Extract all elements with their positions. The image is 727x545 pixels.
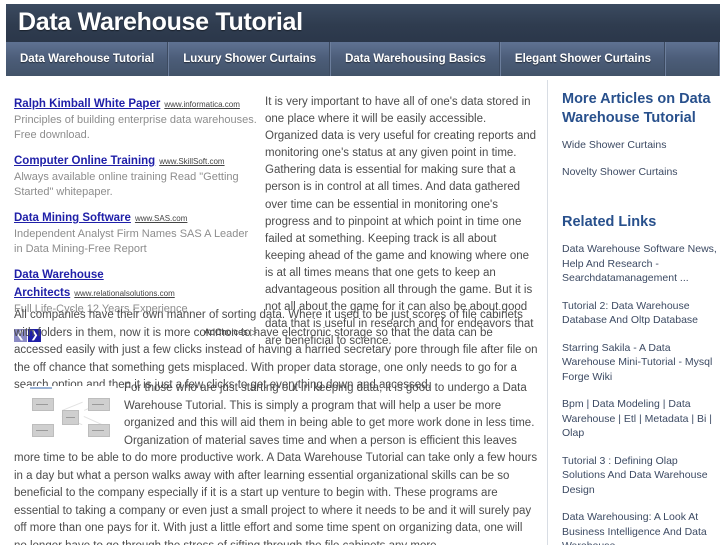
related-link-4[interactable]: Tutorial 3 : Defining Olap Solutions And… bbox=[562, 454, 721, 498]
related-link-3[interactable]: Bpm | Data Modeling | Data Warehouse | E… bbox=[562, 397, 721, 441]
sidebar-link-wide-shower-curtains[interactable]: Wide Shower Curtains bbox=[562, 138, 721, 153]
nav-item-0[interactable]: Data Warehouse Tutorial bbox=[6, 42, 170, 76]
ad-unit-2[interactable]: Data Mining Software www.SAS.com Independ… bbox=[14, 208, 257, 256]
nav-item-3[interactable]: Elegant Shower Curtains bbox=[501, 42, 667, 76]
ad-url-2[interactable]: www.SAS.com bbox=[135, 214, 187, 223]
ad-url-3[interactable]: www.relationalsolutions.com bbox=[74, 289, 175, 298]
ad-url-0[interactable]: www.informatica.com bbox=[164, 100, 240, 109]
ad-description-1: Always available online training Read "G… bbox=[14, 171, 239, 198]
diagram-node-source-2 bbox=[32, 424, 54, 437]
content-area: Ralph Kimball White Paper www.informatica… bbox=[0, 80, 727, 545]
page-root: Data Warehouse Tutorial Data Warehouse T… bbox=[0, 0, 727, 545]
diagram-node-target-1 bbox=[88, 398, 110, 411]
ad-description-0: Principles of building enterprise data w… bbox=[14, 114, 257, 141]
ad-title-0[interactable]: Ralph Kimball White Paper bbox=[14, 98, 160, 110]
ad-title-1[interactable]: Computer Online Training bbox=[14, 155, 155, 167]
ad-unit-1[interactable]: Computer Online Training www.SkillSoft.co… bbox=[14, 151, 257, 199]
related-links-heading: Related Links bbox=[562, 214, 657, 230]
more-articles-heading: More Articles on Data Warehouse Tutorial bbox=[562, 91, 711, 126]
related-link-1[interactable]: Tutorial 2: Data Warehouse Database And … bbox=[562, 299, 721, 328]
primary-navigation: Data Warehouse Tutorial Luxury Shower Cu… bbox=[6, 42, 720, 76]
site-header: Data Warehouse Tutorial bbox=[6, 4, 720, 42]
nav-item-2[interactable]: Data Warehousing Basics bbox=[331, 42, 501, 76]
diagram-caption-bar bbox=[30, 387, 52, 389]
right-sidebar: More Articles on Data Warehouse Tutorial… bbox=[549, 80, 727, 545]
sidebar-link-novelty-shower-curtains[interactable]: Novelty Shower Curtains bbox=[562, 165, 721, 180]
data-warehouse-diagram-image bbox=[24, 386, 116, 450]
diagram-node-warehouse bbox=[62, 410, 79, 425]
page-title: Data Warehouse Tutorial bbox=[18, 8, 303, 36]
diagram-node-target-2 bbox=[88, 424, 110, 437]
main-column: Ralph Kimball White Paper www.informatica… bbox=[0, 80, 548, 545]
nav-item-1[interactable]: Luxury Shower Curtains bbox=[169, 42, 332, 76]
related-link-2[interactable]: Starring Sakila - A Data Warehouse Mini-… bbox=[562, 341, 721, 385]
ad-block: Ralph Kimball White Paper www.informatica… bbox=[14, 94, 257, 342]
related-link-0[interactable]: Data Warehouse Software News, Help And R… bbox=[562, 242, 721, 286]
nav-filler bbox=[666, 42, 720, 76]
ad-title-2[interactable]: Data Mining Software bbox=[14, 212, 131, 224]
diagram-node-source-1 bbox=[32, 398, 54, 411]
related-link-5[interactable]: Data Warehousing: A Look At Business Int… bbox=[562, 510, 721, 545]
ad-url-1[interactable]: www.SkillSoft.com bbox=[159, 157, 224, 166]
ad-unit-0[interactable]: Ralph Kimball White Paper www.informatica… bbox=[14, 94, 257, 142]
ad-description-2: Independent Analyst Firm Names SAS A Lea… bbox=[14, 228, 249, 255]
